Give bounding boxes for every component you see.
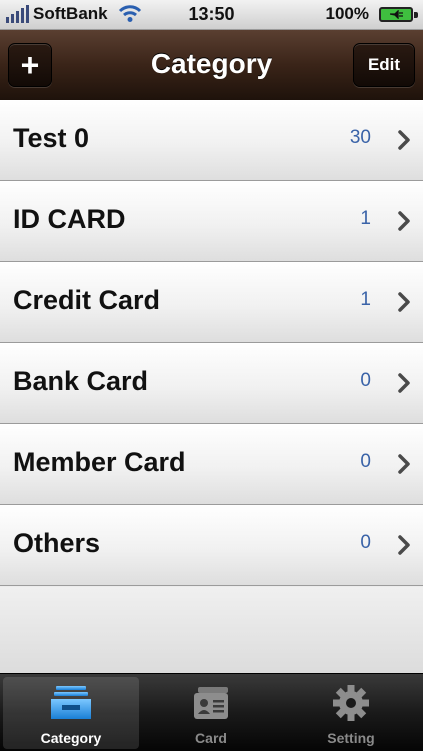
tab-label: Setting xyxy=(327,730,375,746)
chevron-right-icon xyxy=(398,211,410,231)
tab-label: Card xyxy=(195,730,227,746)
category-label: Member Card xyxy=(13,447,186,477)
tab-setting[interactable]: Setting xyxy=(283,677,419,749)
list-empty-area xyxy=(0,587,423,674)
category-label: Test 0 xyxy=(13,123,90,153)
chevron-right-icon xyxy=(398,454,410,474)
chevron-right-icon xyxy=(398,130,410,150)
category-list: Test 0 30 ID CARD 1 Credit Card 1 Bank C… xyxy=(0,100,423,586)
category-label: Credit Card xyxy=(13,285,161,315)
category-row-bank-card[interactable]: Bank Card 0 xyxy=(0,343,423,424)
category-count: 0 xyxy=(360,451,371,472)
category-row-test-0[interactable]: Test 0 30 xyxy=(0,100,423,181)
battery-percent: 100% xyxy=(325,4,369,23)
tab-category[interactable]: Category xyxy=(3,677,139,749)
navigation-bar: + Category Edit xyxy=(0,30,423,101)
chevron-right-icon xyxy=(398,373,410,393)
category-row-id-card[interactable]: ID CARD 1 xyxy=(0,181,423,262)
battery-tip xyxy=(414,12,418,18)
category-label: ID CARD xyxy=(13,204,126,234)
category-label: Bank Card xyxy=(13,366,149,396)
tab-card[interactable]: Card xyxy=(143,677,279,749)
chevron-right-icon xyxy=(398,292,410,312)
battery-icon xyxy=(379,7,413,22)
category-count: 30 xyxy=(349,127,371,148)
tab-bar: Category Card Setting xyxy=(0,673,423,751)
chevron-right-icon xyxy=(398,535,410,555)
category-label: Others xyxy=(13,528,101,558)
category-row-member-card[interactable]: Member Card 0 xyxy=(0,424,423,505)
id-card-icon xyxy=(194,687,228,719)
category-row-credit-card[interactable]: Credit Card 1 xyxy=(0,262,423,343)
gear-icon xyxy=(333,685,369,721)
category-count: 0 xyxy=(360,532,371,553)
category-count: 1 xyxy=(360,208,371,229)
category-row-others[interactable]: Others 0 xyxy=(0,505,423,586)
category-count: 0 xyxy=(360,370,371,391)
category-count: 1 xyxy=(360,289,371,310)
edit-button[interactable]: Edit xyxy=(353,43,415,87)
tab-label: Category xyxy=(40,730,102,746)
status-bar: SoftBank 13:50 100% xyxy=(0,0,423,30)
tray-icon xyxy=(51,686,91,719)
